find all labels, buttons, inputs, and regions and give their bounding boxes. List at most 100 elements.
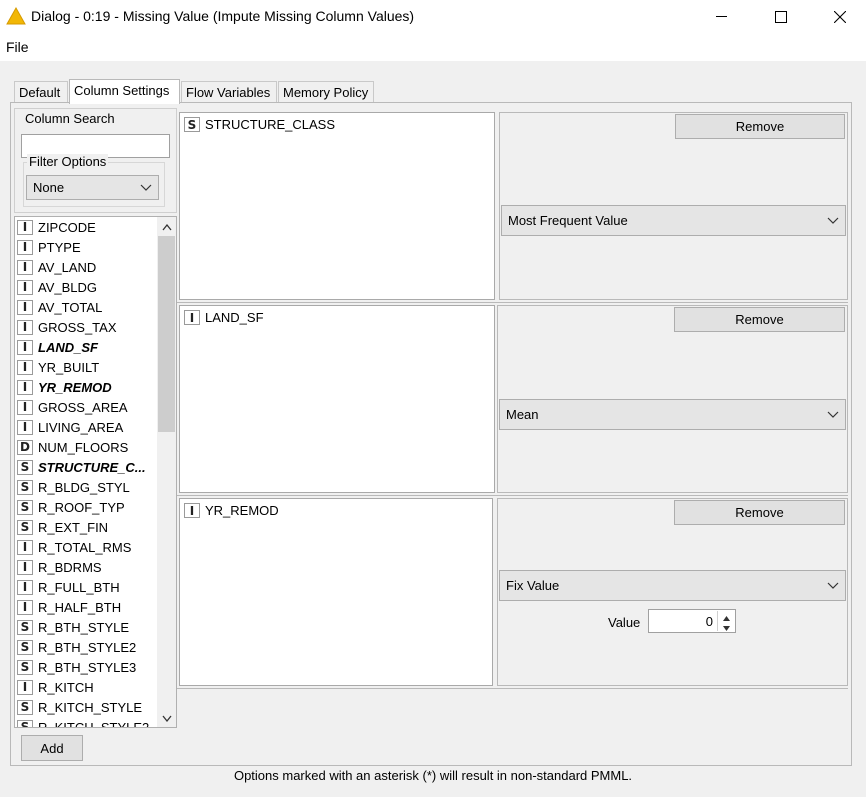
tab-flow-variables[interactable]: Flow Variables xyxy=(181,81,277,103)
column-list-item[interactable]: I GROSS_AREA xyxy=(15,397,176,417)
fix-value-spinner[interactable]: 0 xyxy=(648,609,736,633)
value-label: Value xyxy=(608,615,641,630)
string-type-icon: S xyxy=(17,479,33,495)
column-list-item-label: R_BLDG_STYL xyxy=(38,479,130,495)
string-type-icon: S xyxy=(17,719,33,727)
column-list-item[interactable]: S R_BTH_STYLE xyxy=(15,617,176,637)
column-list-item-label: GROSS_TAX xyxy=(38,319,117,335)
remove-button[interactable]: Remove xyxy=(675,114,845,139)
string-type-icon: S xyxy=(17,639,33,655)
tab-default[interactable]: Default xyxy=(14,81,68,103)
column-list-item-label: R_KITCH xyxy=(38,679,94,695)
scroll-up-button[interactable] xyxy=(157,217,176,236)
column-search-label: Column Search xyxy=(23,111,117,126)
column-list-item[interactable]: I PTYPE xyxy=(15,237,176,257)
setting-column-item: S STRUCTURE_CLASS xyxy=(184,117,335,132)
integer-type-icon: I xyxy=(17,419,33,435)
integer-type-icon: I xyxy=(17,219,33,235)
integer-type-icon: I xyxy=(17,239,33,255)
integer-type-icon: I xyxy=(17,319,33,335)
column-list-item[interactable]: S R_KITCH_STYLE xyxy=(15,697,176,717)
method-value: Most Frequent Value xyxy=(508,213,628,228)
tab-memory-policy[interactable]: Memory Policy xyxy=(278,81,374,103)
column-list-item[interactable]: I R_HALF_BTH xyxy=(15,597,176,617)
method-select[interactable]: Fix Value xyxy=(499,570,846,601)
remove-button[interactable]: Remove xyxy=(674,307,845,332)
column-list-item[interactable]: S R_BTH_STYLE3 xyxy=(15,657,176,677)
column-list-item[interactable]: S R_ROOF_TYP xyxy=(15,497,176,517)
column-list-item[interactable]: I LIVING_AREA xyxy=(15,417,176,437)
integer-type-icon: I xyxy=(17,559,33,575)
close-icon xyxy=(834,10,846,23)
column-list-item-label: LIVING_AREA xyxy=(38,419,124,435)
column-list-item[interactable]: I R_KITCH xyxy=(15,677,176,697)
double-type-icon: D xyxy=(17,439,33,455)
integer-type-icon: I xyxy=(17,259,33,275)
column-list-item[interactable]: D NUM_FLOORS xyxy=(15,437,176,457)
maximize-icon xyxy=(775,10,787,23)
column-list-item[interactable]: I AV_BLDG xyxy=(15,277,176,297)
column-list-item-label: AV_LAND xyxy=(38,259,97,275)
column-list-item-label: R_HALF_BTH xyxy=(38,599,122,615)
column-list-item[interactable]: I AV_LAND xyxy=(15,257,176,277)
integer-type-icon: I xyxy=(17,399,33,415)
filter-options-label: Filter Options xyxy=(27,154,109,169)
setting-row-structure-class: S STRUCTURE_CLASS Remove Most Frequent V… xyxy=(177,110,848,303)
scroll-down-button[interactable] xyxy=(157,708,176,727)
column-list-item[interactable]: I YR_REMOD xyxy=(15,377,176,397)
column-list-item-label: STRUCTURE_C... xyxy=(38,459,146,475)
method-value: Fix Value xyxy=(506,578,560,593)
setting-column-item: I LAND_SF xyxy=(184,310,264,325)
column-list-item[interactable]: I GROSS_TAX xyxy=(15,317,176,337)
column-list-scrollbar[interactable] xyxy=(157,217,176,727)
window-title: Dialog - 0:19 - Missing Value (Impute Mi… xyxy=(31,8,415,24)
column-list-item[interactable]: S STRUCTURE_C... xyxy=(15,457,176,477)
integer-type-icon: I xyxy=(17,579,33,595)
minimize-button[interactable] xyxy=(698,0,744,33)
column-list-item[interactable]: S R_KITCH_STYLE2 xyxy=(15,717,176,727)
integer-type-icon: I xyxy=(17,539,33,555)
setting-column-panel: I YR_REMOD xyxy=(179,498,493,686)
method-select[interactable]: Mean xyxy=(499,399,846,430)
setting-column-panel: I LAND_SF xyxy=(179,305,495,493)
remove-button[interactable]: Remove xyxy=(674,500,845,525)
column-list-item-label: R_TOTAL_RMS xyxy=(38,539,132,555)
method-select[interactable]: Most Frequent Value xyxy=(501,205,846,236)
column-list-item[interactable]: S R_BLDG_STYL xyxy=(15,477,176,497)
menu-file[interactable]: File xyxy=(6,39,29,55)
method-value: Mean xyxy=(506,407,539,422)
close-button[interactable] xyxy=(817,0,863,33)
integer-type-icon: I xyxy=(17,279,33,295)
column-list[interactable]: I ZIPCODE I PTYPE I AV_LAND I AV_BLDG I AV_TOTAL I… xyxy=(14,216,177,728)
column-list-item[interactable]: S R_EXT_FIN xyxy=(15,517,176,537)
column-list-item-label: R_BDRMS xyxy=(38,559,102,575)
setting-column-name: YR_REMOD xyxy=(205,503,279,518)
fix-value-input[interactable]: 0 xyxy=(706,614,713,629)
column-list-item[interactable]: I ZIPCODE xyxy=(15,217,176,237)
setting-column-name: STRUCTURE_CLASS xyxy=(205,117,336,132)
column-list-item[interactable]: I LAND_SF xyxy=(15,337,176,357)
setting-row-land-sf: I LAND_SF Remove Mean xyxy=(177,303,848,496)
spinner-down-button[interactable] xyxy=(718,621,734,631)
column-list-item[interactable]: S R_BTH_STYLE2 xyxy=(15,637,176,657)
column-settings-panel: Column Search Filter Options None I ZIPCO… xyxy=(10,102,852,766)
column-list-item-label: R_BTH_STYLE2 xyxy=(38,639,137,655)
column-list-item-label: LAND_SF xyxy=(38,339,98,355)
column-list-item[interactable]: I AV_TOTAL xyxy=(15,297,176,317)
setting-column-name: LAND_SF xyxy=(205,310,264,325)
filter-options-select[interactable]: None xyxy=(26,175,159,200)
column-list-item[interactable]: I YR_BUILT xyxy=(15,357,176,377)
setting-options-panel: Remove Fix Value Value 0 xyxy=(497,498,848,686)
maximize-button[interactable] xyxy=(758,0,804,33)
column-list-item-label: YR_REMOD xyxy=(38,379,112,395)
integer-type-icon: I xyxy=(17,599,33,615)
setting-column-panel: S STRUCTURE_CLASS xyxy=(179,112,495,300)
column-list-item[interactable]: I R_BDRMS xyxy=(15,557,176,577)
tab-column-settings[interactable]: Column Settings xyxy=(69,79,180,104)
add-button[interactable]: Add xyxy=(21,735,83,761)
column-list-item[interactable]: I R_TOTAL_RMS xyxy=(15,537,176,557)
filter-options-value: None xyxy=(33,180,65,195)
scrollbar-thumb[interactable] xyxy=(158,236,175,432)
string-type-icon: S xyxy=(17,619,33,635)
column-list-item[interactable]: I R_FULL_BTH xyxy=(15,577,176,597)
